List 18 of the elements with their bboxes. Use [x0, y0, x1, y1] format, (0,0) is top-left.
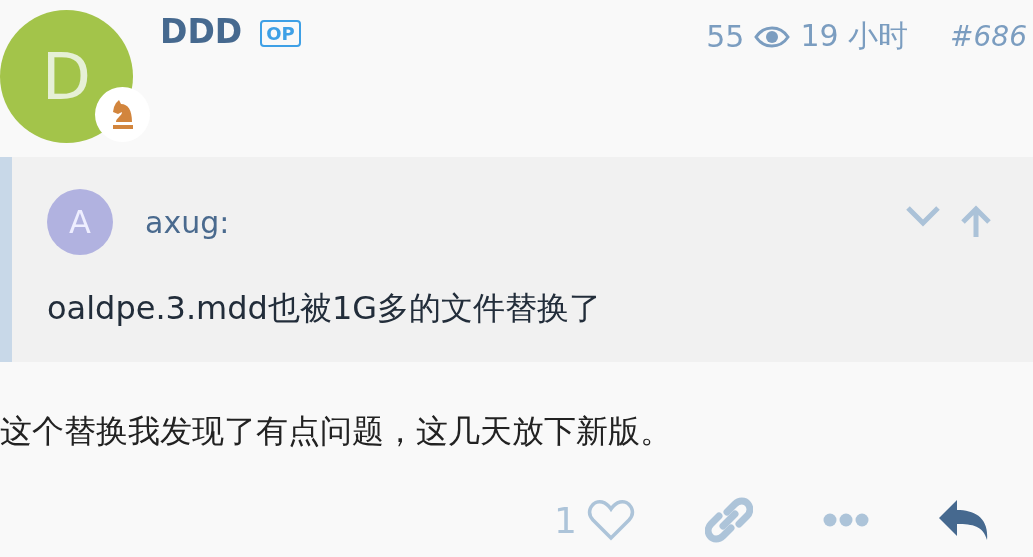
eye-icon	[754, 24, 791, 49]
username[interactable]: DDD	[160, 12, 243, 157]
like-count: 1	[554, 499, 577, 541]
reply-icon[interactable]	[939, 498, 989, 542]
more-icon[interactable]	[823, 513, 869, 527]
post-text: 这个替换我发现了有点问题，这几天放下新版。	[0, 411, 673, 452]
post-time[interactable]: 19 小时	[800, 16, 909, 57]
quote-author[interactable]: axug:	[145, 204, 230, 240]
arrow-up-icon[interactable]	[959, 205, 993, 239]
heart-icon[interactable]	[587, 499, 635, 541]
user-avatar[interactable]: A	[47, 189, 113, 255]
post-number[interactable]: #686	[950, 20, 1027, 53]
view-count: 55	[706, 19, 745, 54]
quote-text: oaldpe.3.mdd也被1G多的文件替换了	[47, 288, 603, 329]
user-avatar[interactable]: D	[0, 10, 133, 143]
op-badge: OP	[260, 20, 301, 47]
chevron-down-icon[interactable]	[905, 205, 941, 227]
link-icon[interactable]	[705, 496, 753, 544]
